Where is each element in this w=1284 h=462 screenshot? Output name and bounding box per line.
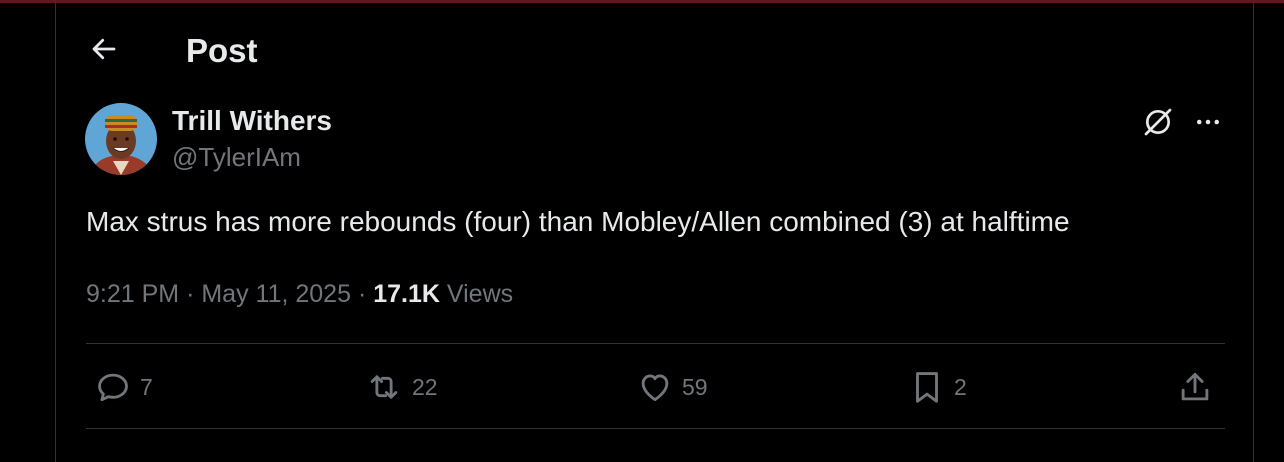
back-button[interactable]	[88, 33, 120, 65]
share-button[interactable]	[1176, 366, 1214, 408]
author-name[interactable]: Trill Withers	[172, 105, 332, 137]
tweet-time[interactable]: 9:21 PM	[86, 280, 179, 308]
repost-icon	[370, 375, 398, 399]
tweet-date[interactable]: May 11, 2025	[201, 280, 351, 308]
bookmark-button[interactable]: 2	[908, 366, 967, 408]
column-border-right	[1253, 0, 1254, 462]
meta-separator: ·	[357, 280, 367, 308]
tweet-text: Max strus has more rebounds (four) than …	[86, 206, 1070, 237]
reply-icon	[98, 373, 128, 402]
top-accent-bar	[0, 0, 1284, 3]
share-icon	[1181, 372, 1209, 401]
views-count: 17.1K	[373, 280, 440, 308]
avatar[interactable]	[85, 103, 157, 175]
views-label: Views	[446, 280, 514, 308]
like-button[interactable]: 59	[636, 366, 708, 408]
reply-count: 7	[140, 373, 153, 400]
avatar-image	[85, 103, 157, 175]
tweet-meta: 9:21 PM · May 11, 2025 · 17.1K Views	[86, 280, 513, 309]
bookmark-count: 2	[954, 373, 967, 400]
repost-button[interactable]: 22	[364, 366, 438, 408]
like-count: 59	[682, 373, 708, 400]
grok-icon	[1144, 108, 1172, 136]
more-dots-icon	[1197, 119, 1219, 125]
bookmark-icon	[916, 372, 938, 403]
meta-separator: ·	[186, 280, 195, 308]
grok-button[interactable]	[1140, 104, 1176, 140]
heart-icon	[641, 374, 669, 402]
divider	[86, 343, 1225, 344]
repost-count: 22	[412, 373, 438, 400]
reply-button[interactable]: 7	[94, 366, 153, 408]
more-options-button[interactable]	[1190, 104, 1226, 140]
column-border-left	[55, 0, 56, 462]
author-handle[interactable]: @TylerIAm	[172, 142, 301, 173]
page-title: Post	[186, 32, 258, 69]
divider	[86, 428, 1225, 429]
arrow-left-icon	[92, 38, 116, 60]
